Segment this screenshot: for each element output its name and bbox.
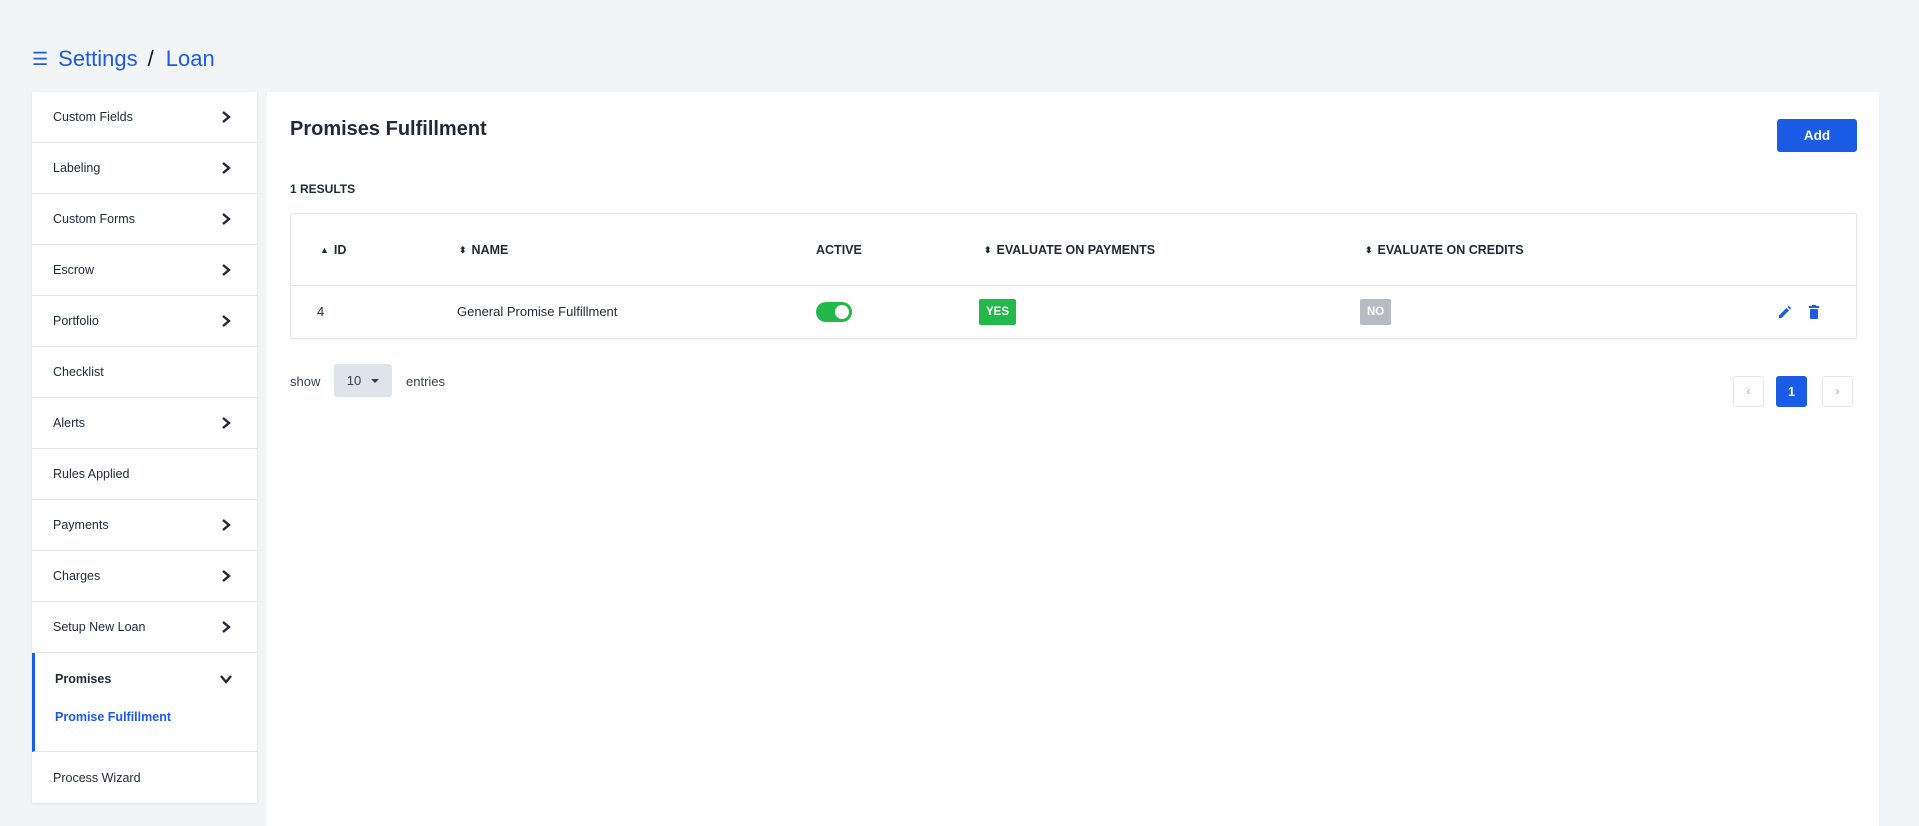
sidebar-subitem-promise-fulfillment[interactable]: Promise Fulfillment [35, 704, 257, 724]
chevron-right-icon [222, 519, 231, 531]
entries-label: entries [406, 374, 446, 389]
chevron-right-icon [222, 621, 231, 633]
sort-icon: ⬍ [984, 244, 992, 255]
page-title: Promises Fulfillment [290, 118, 487, 140]
cell-id: 4 [317, 304, 325, 319]
pagination-prev-button[interactable]: ‹ [1733, 376, 1764, 407]
sidebar-item-label: Process Wizard [53, 770, 141, 785]
sidebar-item-charges[interactable]: Charges [32, 551, 257, 602]
sidebar-item-process-wizard[interactable]: Process Wizard [32, 752, 257, 803]
delete-icon[interactable] [1806, 304, 1822, 320]
cell-name: General Promise Fulfillment [457, 304, 618, 319]
sidebar-item-rules-applied[interactable]: Rules Applied [32, 449, 257, 500]
breadcrumb-current: Loan [165, 46, 215, 71]
column-header-evaluate-on-payments[interactable]: ⬍ EVALUATE ON PAYMENTS [984, 243, 1155, 257]
breadcrumb-separator: / [147, 46, 154, 71]
sidebar-item-escrow[interactable]: Escrow [32, 245, 257, 296]
sidebar-item-label: Checklist [53, 365, 104, 379]
column-header-evaluate-on-credits[interactable]: ⬍ EVALUATE ON CREDITS [1365, 243, 1524, 257]
active-toggle[interactable] [816, 302, 852, 322]
entries-per-page-select[interactable]: 10 [334, 364, 392, 397]
sidebar-item-label: Charges [53, 569, 101, 583]
sort-icon: ⬍ [1365, 244, 1373, 255]
toggle-knob [835, 305, 849, 319]
sidebar-item-custom-fields[interactable]: Custom Fields [32, 92, 257, 143]
edit-icon[interactable] [1777, 304, 1793, 320]
column-header-active: ACTIVE [816, 243, 862, 257]
column-header-label: NAME [471, 243, 509, 257]
caret-down-icon [371, 378, 380, 383]
column-header-label: EVALUATE ON CREDITS [1377, 243, 1524, 257]
add-button[interactable]: Add [1777, 119, 1857, 152]
chevron-right-icon [222, 417, 231, 429]
sidebar-item-label: Labeling [53, 161, 101, 175]
column-header-label: ID [333, 243, 347, 257]
chevron-down-icon [220, 674, 232, 684]
show-label: show [290, 374, 321, 389]
pagination-page-1[interactable]: 1 [1776, 376, 1807, 407]
evaluate-on-payments-badge: YES [979, 299, 1017, 325]
sidebar-item-label: Portfolio [53, 314, 99, 328]
sidebar-group-promises: Promises Promise Fulfillment [32, 653, 257, 752]
chevron-right-icon [222, 570, 231, 582]
column-header-name[interactable]: ⬍ NAME [459, 243, 508, 257]
chevron-right-icon [222, 213, 231, 225]
sort-asc-icon: ▲ [320, 244, 329, 255]
table-header: ▲ ID ⬍ NAME ACTIVE ⬍ EVALUATE ON PAYMENT… [291, 214, 1856, 286]
sidebar-item-portfolio[interactable]: Portfolio [32, 296, 257, 347]
sidebar-item-checklist[interactable]: Checklist [32, 347, 257, 398]
sidebar-item-alerts[interactable]: Alerts [32, 398, 257, 449]
breadcrumb-settings-link[interactable]: Settings [58, 46, 138, 72]
entries-value: 10 [346, 373, 362, 388]
sidebar-item-label: Payments [53, 518, 109, 532]
chevron-right-icon [222, 111, 231, 123]
sidebar-item-label: Rules Applied [53, 467, 130, 481]
chevron-right-icon [222, 315, 231, 327]
breadcrumb: ☰ Settings / Loan [32, 46, 215, 72]
sort-icon: ⬍ [459, 244, 467, 255]
sidebar-item-label: Promises [55, 671, 112, 686]
pagination-next-button[interactable]: › [1822, 376, 1853, 407]
evaluate-on-credits-badge: NO [1360, 299, 1392, 325]
results-count: 1 RESULTS [290, 182, 356, 196]
table-row: 4 General Promise Fulfillment [291, 286, 1856, 339]
chevron-right-icon [222, 162, 231, 174]
sidebar-item-custom-forms[interactable]: Custom Forms [32, 194, 257, 245]
sidebar-item-label: Escrow [53, 263, 94, 277]
column-header-id[interactable]: ▲ ID [320, 243, 346, 257]
main-panel: Promises Fulfillment Add 1 RESULTS ▲ ID … [267, 92, 1879, 826]
sidebar-item-payments[interactable]: Payments [32, 500, 257, 551]
column-header-label: ACTIVE [816, 243, 862, 257]
sidebar-item-promises[interactable]: Promises [35, 653, 257, 704]
sidebar-item-label: Alerts [53, 416, 85, 430]
sidebar-item-label: Setup New Loan [53, 620, 146, 634]
sidebar-item-label: Custom Fields [53, 110, 133, 124]
promises-table: ▲ ID ⬍ NAME ACTIVE ⬍ EVALUATE ON PAYMENT… [290, 213, 1857, 339]
sidebar-item-label: Custom Forms [53, 212, 135, 226]
column-header-label: EVALUATE ON PAYMENTS [996, 243, 1156, 257]
sidebar-item-setup-new-loan[interactable]: Setup New Loan [32, 602, 257, 653]
settings-sidebar: Custom Fields Labeling Custom Forms Escr… [32, 92, 257, 803]
chevron-right-icon [222, 264, 231, 276]
sidebar-item-labeling[interactable]: Labeling [32, 143, 257, 194]
menu-icon[interactable]: ☰ [32, 49, 48, 70]
